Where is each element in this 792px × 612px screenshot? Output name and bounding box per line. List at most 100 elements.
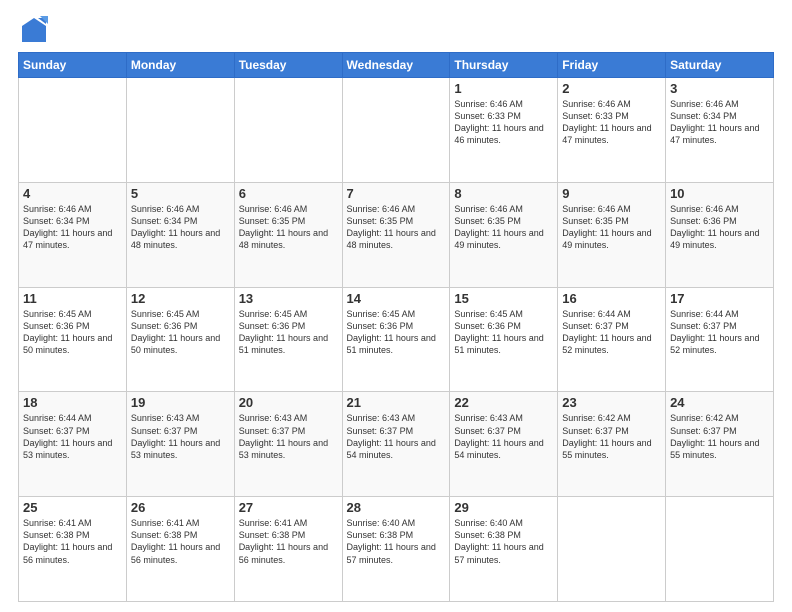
calendar-week-2: 4 Sunrise: 6:46 AM Sunset: 6:34 PM Daylig…: [19, 182, 774, 287]
day-number: 26: [131, 500, 230, 515]
calendar-cell: [19, 78, 127, 183]
calendar-cell: 7 Sunrise: 6:46 AM Sunset: 6:35 PM Daylig…: [342, 182, 450, 287]
day-info: Sunrise: 6:44 AM Sunset: 6:37 PM Dayligh…: [23, 412, 122, 461]
day-info: Sunrise: 6:42 AM Sunset: 6:37 PM Dayligh…: [562, 412, 661, 461]
day-info: Sunrise: 6:46 AM Sunset: 6:34 PM Dayligh…: [23, 203, 122, 252]
calendar-cell: 21 Sunrise: 6:43 AM Sunset: 6:37 PM Dayli…: [342, 392, 450, 497]
day-info: Sunrise: 6:43 AM Sunset: 6:37 PM Dayligh…: [347, 412, 446, 461]
day-info: Sunrise: 6:44 AM Sunset: 6:37 PM Dayligh…: [562, 308, 661, 357]
day-info: Sunrise: 6:46 AM Sunset: 6:35 PM Dayligh…: [454, 203, 553, 252]
calendar-cell: 29 Sunrise: 6:40 AM Sunset: 6:38 PM Dayli…: [450, 497, 558, 602]
day-number: 15: [454, 291, 553, 306]
day-info: Sunrise: 6:43 AM Sunset: 6:37 PM Dayligh…: [454, 412, 553, 461]
day-number: 7: [347, 186, 446, 201]
day-number: 24: [670, 395, 769, 410]
logo-icon: [20, 16, 48, 44]
day-info: Sunrise: 6:46 AM Sunset: 6:33 PM Dayligh…: [562, 98, 661, 147]
day-number: 5: [131, 186, 230, 201]
calendar-header-monday: Monday: [126, 53, 234, 78]
day-number: 10: [670, 186, 769, 201]
calendar-week-4: 18 Sunrise: 6:44 AM Sunset: 6:37 PM Dayli…: [19, 392, 774, 497]
day-info: Sunrise: 6:45 AM Sunset: 6:36 PM Dayligh…: [454, 308, 553, 357]
day-number: 3: [670, 81, 769, 96]
calendar-header-friday: Friday: [558, 53, 666, 78]
day-number: 6: [239, 186, 338, 201]
calendar-header-row: SundayMondayTuesdayWednesdayThursdayFrid…: [19, 53, 774, 78]
calendar-cell: 23 Sunrise: 6:42 AM Sunset: 6:37 PM Dayli…: [558, 392, 666, 497]
calendar-cell: 25 Sunrise: 6:41 AM Sunset: 6:38 PM Dayli…: [19, 497, 127, 602]
page: SundayMondayTuesdayWednesdayThursdayFrid…: [0, 0, 792, 612]
calendar-cell: 2 Sunrise: 6:46 AM Sunset: 6:33 PM Daylig…: [558, 78, 666, 183]
day-number: 4: [23, 186, 122, 201]
calendar-cell: 15 Sunrise: 6:45 AM Sunset: 6:36 PM Dayli…: [450, 287, 558, 392]
calendar-week-1: 1 Sunrise: 6:46 AM Sunset: 6:33 PM Daylig…: [19, 78, 774, 183]
calendar-cell: 9 Sunrise: 6:46 AM Sunset: 6:35 PM Daylig…: [558, 182, 666, 287]
day-number: 25: [23, 500, 122, 515]
day-number: 20: [239, 395, 338, 410]
calendar-week-3: 11 Sunrise: 6:45 AM Sunset: 6:36 PM Dayli…: [19, 287, 774, 392]
day-number: 27: [239, 500, 338, 515]
header: [18, 16, 774, 44]
day-number: 2: [562, 81, 661, 96]
day-info: Sunrise: 6:46 AM Sunset: 6:36 PM Dayligh…: [670, 203, 769, 252]
day-number: 17: [670, 291, 769, 306]
day-info: Sunrise: 6:46 AM Sunset: 6:34 PM Dayligh…: [670, 98, 769, 147]
day-number: 16: [562, 291, 661, 306]
day-info: Sunrise: 6:44 AM Sunset: 6:37 PM Dayligh…: [670, 308, 769, 357]
calendar-cell: 27 Sunrise: 6:41 AM Sunset: 6:38 PM Dayli…: [234, 497, 342, 602]
day-number: 29: [454, 500, 553, 515]
calendar-table: SundayMondayTuesdayWednesdayThursdayFrid…: [18, 52, 774, 602]
calendar-cell: [234, 78, 342, 183]
day-info: Sunrise: 6:45 AM Sunset: 6:36 PM Dayligh…: [23, 308, 122, 357]
day-info: Sunrise: 6:41 AM Sunset: 6:38 PM Dayligh…: [23, 517, 122, 566]
calendar-cell: 6 Sunrise: 6:46 AM Sunset: 6:35 PM Daylig…: [234, 182, 342, 287]
calendar-cell: [342, 78, 450, 183]
day-info: Sunrise: 6:41 AM Sunset: 6:38 PM Dayligh…: [239, 517, 338, 566]
calendar-cell: 28Sunrise: 6:40 AM Sunset: 6:38 PM Dayli…: [342, 497, 450, 602]
day-number: 21: [347, 395, 446, 410]
day-number: 9: [562, 186, 661, 201]
calendar-cell: 24 Sunrise: 6:42 AM Sunset: 6:37 PM Dayli…: [666, 392, 774, 497]
day-number: 13: [239, 291, 338, 306]
calendar-cell: 18 Sunrise: 6:44 AM Sunset: 6:37 PM Dayli…: [19, 392, 127, 497]
calendar-cell: 17 Sunrise: 6:44 AM Sunset: 6:37 PM Dayli…: [666, 287, 774, 392]
calendar-header-wednesday: Wednesday: [342, 53, 450, 78]
calendar-cell: [666, 497, 774, 602]
calendar-header-tuesday: Tuesday: [234, 53, 342, 78]
day-number: 1: [454, 81, 553, 96]
day-info: Sunrise: 6:46 AM Sunset: 6:35 PM Dayligh…: [562, 203, 661, 252]
day-number: 11: [23, 291, 122, 306]
calendar-header-saturday: Saturday: [666, 53, 774, 78]
day-number: 19: [131, 395, 230, 410]
calendar-cell: 14 Sunrise: 6:45 AM Sunset: 6:36 PM Dayli…: [342, 287, 450, 392]
day-info: Sunrise: 6:45 AM Sunset: 6:36 PM Dayligh…: [131, 308, 230, 357]
day-info: Sunrise: 6:41 AM Sunset: 6:38 PM Dayligh…: [131, 517, 230, 566]
calendar-cell: 20Sunrise: 6:43 AM Sunset: 6:37 PM Dayli…: [234, 392, 342, 497]
calendar-cell: 11 Sunrise: 6:45 AM Sunset: 6:36 PM Dayli…: [19, 287, 127, 392]
calendar-cell: 22 Sunrise: 6:43 AM Sunset: 6:37 PM Dayli…: [450, 392, 558, 497]
calendar-cell: 5 Sunrise: 6:46 AM Sunset: 6:34 PM Daylig…: [126, 182, 234, 287]
day-info: Sunrise: 6:40 AM Sunset: 6:38 PM Dayligh…: [454, 517, 553, 566]
calendar-cell: 26 Sunrise: 6:41 AM Sunset: 6:38 PM Dayli…: [126, 497, 234, 602]
day-info: Sunrise: 6:46 AM Sunset: 6:35 PM Dayligh…: [239, 203, 338, 252]
calendar-cell: 1Sunrise: 6:46 AM Sunset: 6:33 PM Daylig…: [450, 78, 558, 183]
day-info: Sunrise: 6:46 AM Sunset: 6:34 PM Dayligh…: [131, 203, 230, 252]
calendar-cell: 19Sunrise: 6:43 AM Sunset: 6:37 PM Dayli…: [126, 392, 234, 497]
day-number: 22: [454, 395, 553, 410]
calendar-cell: 8Sunrise: 6:46 AM Sunset: 6:35 PM Daylig…: [450, 182, 558, 287]
day-number: 23: [562, 395, 661, 410]
calendar-cell: [126, 78, 234, 183]
calendar-cell: [558, 497, 666, 602]
day-info: Sunrise: 6:46 AM Sunset: 6:35 PM Dayligh…: [347, 203, 446, 252]
day-info: Sunrise: 6:45 AM Sunset: 6:36 PM Dayligh…: [347, 308, 446, 357]
day-number: 14: [347, 291, 446, 306]
logo: [18, 16, 50, 44]
day-info: Sunrise: 6:42 AM Sunset: 6:37 PM Dayligh…: [670, 412, 769, 461]
day-info: Sunrise: 6:45 AM Sunset: 6:36 PM Dayligh…: [239, 308, 338, 357]
calendar-cell: 16 Sunrise: 6:44 AM Sunset: 6:37 PM Dayli…: [558, 287, 666, 392]
calendar-cell: 10 Sunrise: 6:46 AM Sunset: 6:36 PM Dayli…: [666, 182, 774, 287]
calendar-cell: 4 Sunrise: 6:46 AM Sunset: 6:34 PM Daylig…: [19, 182, 127, 287]
calendar-cell: 3 Sunrise: 6:46 AM Sunset: 6:34 PM Daylig…: [666, 78, 774, 183]
day-number: 18: [23, 395, 122, 410]
calendar-cell: 12Sunrise: 6:45 AM Sunset: 6:36 PM Dayli…: [126, 287, 234, 392]
